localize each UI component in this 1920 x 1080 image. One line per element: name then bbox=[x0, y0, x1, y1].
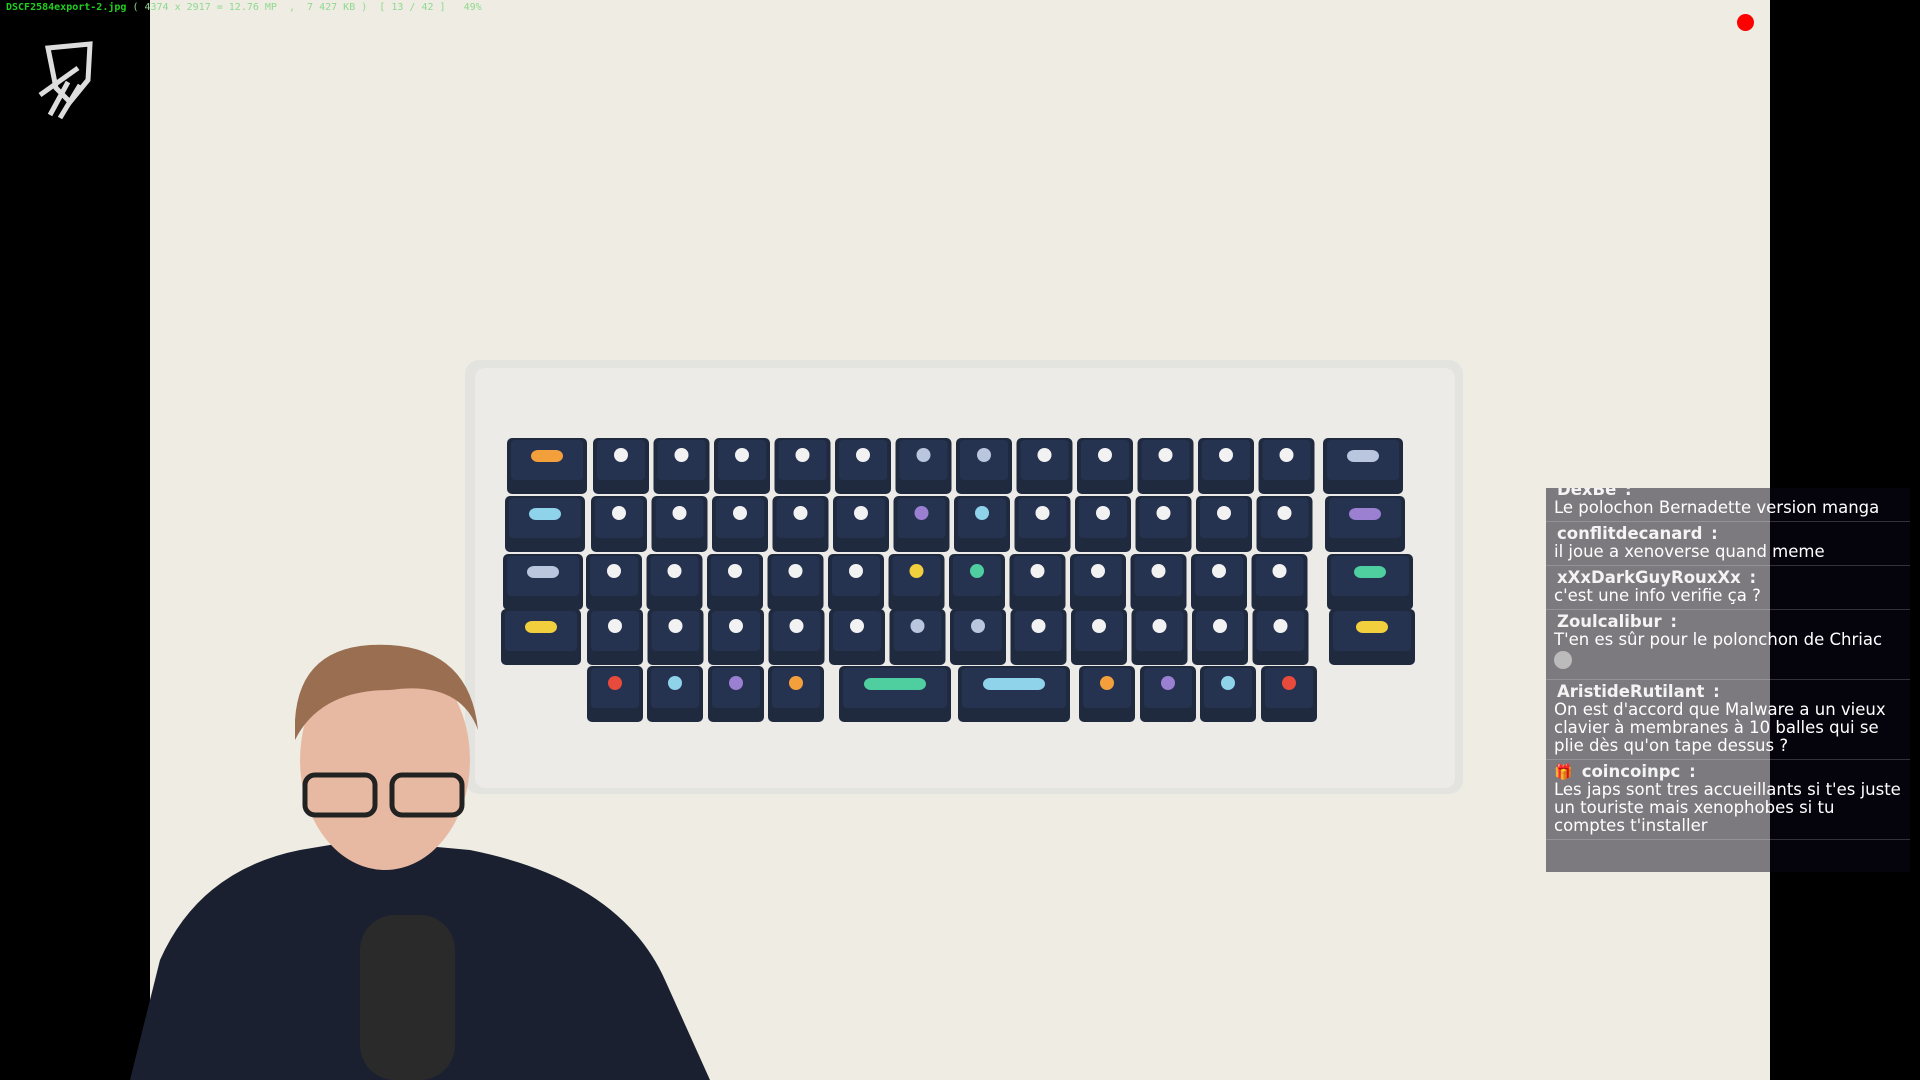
chat-username[interactable]: AristideRutilant bbox=[1554, 682, 1704, 701]
chat-text: Les japs sont tres accueillants si t'es … bbox=[1554, 780, 1901, 835]
chat-message: conflitdecanard : il joue a xenoverse qua… bbox=[1546, 522, 1910, 566]
chat-text: il joue a xenoverse quand meme bbox=[1554, 542, 1825, 561]
chat-username[interactable]: conflitdecanard bbox=[1554, 524, 1702, 543]
chat-message: AristideRutilant : On est d'accord que Ma… bbox=[1546, 680, 1910, 760]
chat-text: c'est une info verifie ça ? bbox=[1554, 586, 1761, 605]
chat-message: xXxDarkGuyRouxXx : c'est une info verifie… bbox=[1546, 566, 1910, 610]
microphone bbox=[360, 915, 455, 1080]
chat-username[interactable]: coincoinpc bbox=[1579, 762, 1681, 781]
chat-text: Le polochon Bernadette version manga bbox=[1554, 498, 1880, 517]
face-emote-icon bbox=[1554, 651, 1572, 669]
chat-message: 🎁 coincoinpc : Les japs sont tres accueill… bbox=[1546, 760, 1910, 840]
chat-username[interactable]: xXxDarkGuyRouxXx bbox=[1554, 568, 1741, 587]
stream-chat: DexBe : Le polochon Bernadette version ma… bbox=[1546, 488, 1910, 872]
chat-text: On est d'accord que Malware a un vieux c… bbox=[1554, 700, 1886, 755]
chat-message: DexBe : Le polochon Bernadette version ma… bbox=[1546, 488, 1910, 522]
chat-username[interactable]: Zoulcalibur bbox=[1554, 612, 1662, 631]
gift-icon: 🎁 bbox=[1554, 763, 1573, 781]
chat-text: T'en es sûr pour le polonchon de Chriac bbox=[1554, 630, 1883, 649]
chat-message: Zoulcalibur : T'en es sûr pour le polonch… bbox=[1546, 610, 1910, 680]
